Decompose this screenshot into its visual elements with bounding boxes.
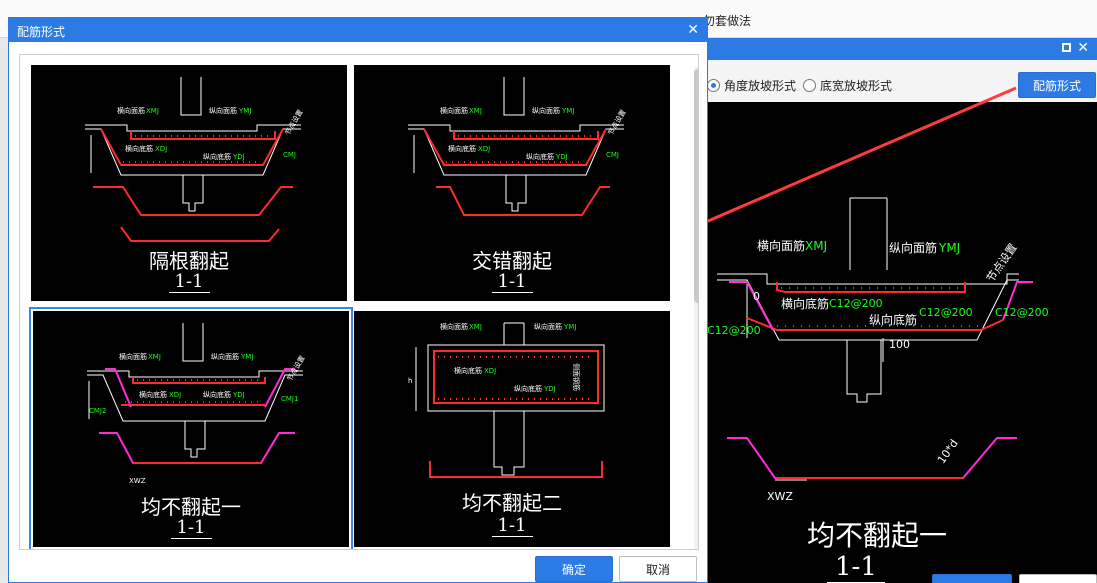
tile-1-label-side: 节点设置 bbox=[283, 108, 305, 137]
gallery-scrollbar-thumb[interactable] bbox=[694, 69, 698, 303]
tile-2-label-side: 节点设置 bbox=[606, 108, 628, 137]
tile-4-label-bvc: YDJ bbox=[543, 385, 556, 393]
dialog-titlebar: 配筋形式 ✕ bbox=[9, 18, 707, 42]
tile-3-label-bhc: XDJ bbox=[169, 391, 181, 399]
rebar-form-tile-3[interactable]: 横向面筋 XMJ 纵向面筋 YMJ 横向底筋 XDJ 纵向底筋 YDJ 节点设置… bbox=[29, 307, 353, 549]
tile-2-label-tvc: YMJ bbox=[561, 107, 574, 115]
tile-3-sub: 1-1 bbox=[170, 517, 212, 539]
tile-3-caption: 均不翻起一 bbox=[141, 495, 241, 519]
tile-1-label-th: 横向面筋 bbox=[117, 106, 145, 115]
tile-4-label-h: h bbox=[408, 377, 412, 385]
tile-3-label-bv: 纵向底筋 bbox=[203, 390, 231, 399]
tile-4-caption: 均不翻起二 bbox=[462, 491, 562, 515]
tile-1-label-thc: XMJ bbox=[146, 107, 159, 115]
tile-1-label-cmj: CMJ bbox=[283, 151, 296, 159]
tile-2-sub: 1-1 bbox=[491, 271, 533, 293]
cancel-button[interactable]: 取消 bbox=[619, 556, 697, 582]
tile-1-label-bvc: YDJ bbox=[232, 153, 245, 161]
tile-2-caption: 交错翻起 bbox=[472, 249, 552, 273]
tile-4-label-tv: 纵向面筋 bbox=[534, 322, 562, 331]
tile-4-label-bh: 横向底筋 bbox=[454, 366, 482, 375]
tile-3-label-xwz: XWZ bbox=[129, 477, 146, 485]
tile-3-label-bh: 横向底筋 bbox=[139, 390, 167, 399]
tile-1-label-tvc: YMJ bbox=[238, 107, 251, 115]
tile-3-label-tvc: YMJ bbox=[240, 353, 253, 361]
tile-4-label-bhc: XDJ bbox=[484, 367, 496, 375]
tile-3-label-bvc: YDJ bbox=[232, 391, 245, 399]
rebar-form-dialog: 配筋形式 ✕ 横向面筋 XMJ 纵向面筋 YMJ 横向底筋 XDJ 纵向底筋 Y… bbox=[8, 17, 708, 583]
tile-4-label-mid: 侧面钢筋 bbox=[572, 363, 581, 391]
tile-3-label-th: 横向面筋 bbox=[119, 352, 147, 361]
rebar-form-tile-1[interactable]: 横向面筋 XMJ 纵向面筋 YMJ 横向底筋 XDJ 纵向底筋 YDJ 节点设置… bbox=[31, 65, 347, 301]
tile-4-label-thc: XMJ bbox=[469, 323, 482, 331]
rebar-form-tile-2[interactable]: 横向面筋 XMJ 纵向面筋 YMJ 横向底筋 XDJ 纵向底筋 YDJ 节点设置… bbox=[354, 65, 670, 301]
tile-4-label-th: 横向面筋 bbox=[440, 322, 468, 331]
tile-3-label-thc: XMJ bbox=[148, 353, 161, 361]
tile-1-sub: 1-1 bbox=[168, 271, 210, 293]
tile-1-caption: 隔根翻起 bbox=[149, 249, 229, 273]
tile-3-label-tv: 纵向面筋 bbox=[211, 352, 239, 361]
dialog-title: 配筋形式 bbox=[17, 25, 66, 39]
close-icon[interactable]: ✕ bbox=[687, 21, 699, 38]
tile-2-label-tv: 纵向面筋 bbox=[532, 106, 560, 115]
tile-1-label-bh: 横向底筋 bbox=[125, 144, 153, 153]
tile-2-label-bv: 纵向底筋 bbox=[526, 152, 554, 161]
tile-1-label-tv: 纵向面筋 bbox=[209, 106, 237, 115]
tile-1-label-bhc: XDJ bbox=[155, 145, 167, 153]
tile-2-label-th: 横向面筋 bbox=[440, 106, 468, 115]
tile-4-sub: 1-1 bbox=[491, 515, 533, 537]
rebar-form-gallery: 横向面筋 XMJ 纵向面筋 YMJ 横向底筋 XDJ 纵向底筋 YDJ 节点设置… bbox=[19, 54, 699, 550]
tile-4-label-tvc: YMJ bbox=[563, 323, 576, 331]
rebar-form-tile-4[interactable]: 横向面筋 XMJ 纵向面筋 YMJ 横向底筋 XDJ 纵向底筋 YDJ 侧面钢筋… bbox=[354, 311, 670, 547]
tile-2-label-bvc: YDJ bbox=[555, 153, 568, 161]
tile-4-label-bv: 纵向底筋 bbox=[514, 384, 542, 393]
tile-3-label-cmj2: CMJ1 bbox=[281, 395, 298, 403]
tile-2-label-bhc: XDJ bbox=[478, 145, 490, 153]
tile-1-label-bv: 纵向底筋 bbox=[203, 152, 231, 161]
tile-2-label-bh: 横向底筋 bbox=[448, 144, 476, 153]
tile-2-label-thc: XMJ bbox=[469, 107, 482, 115]
ok-button[interactable]: 确定 bbox=[535, 556, 613, 582]
tile-3-label-cmj: CMJ2 bbox=[89, 407, 106, 415]
tile-2-label-cmj: CMJ bbox=[606, 151, 619, 159]
